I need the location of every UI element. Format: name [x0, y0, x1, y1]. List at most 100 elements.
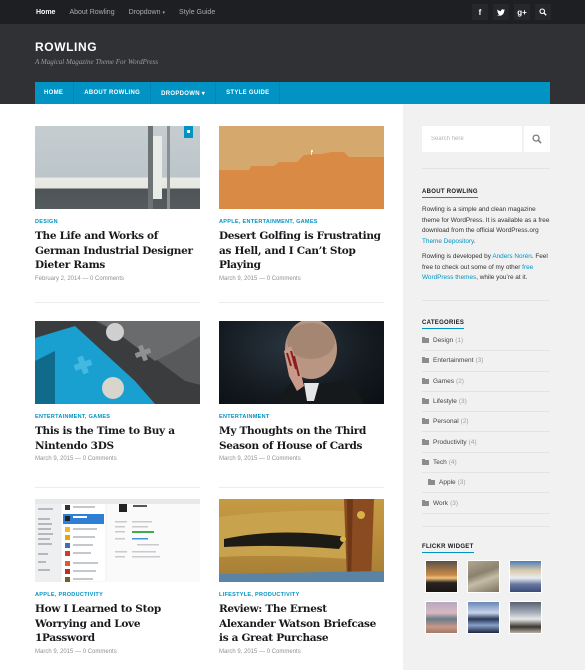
search-form	[422, 126, 550, 152]
post-title[interactable]: This is the Time to Buy a Nintendo 3DS	[35, 424, 200, 453]
about-text-2-end: , while you’re at it.	[476, 274, 528, 281]
folder-icon	[422, 499, 429, 506]
google-plus-icon[interactable]: g+	[514, 4, 530, 20]
post-categories[interactable]: DESIGN	[35, 219, 200, 225]
flickr-widget-title: FLICKR WIDGET	[422, 544, 474, 553]
category-name[interactable]: Productivity	[433, 439, 467, 446]
top-nav-home[interactable]: Home	[36, 9, 55, 16]
post-meta: March 9, 2015 — 0 Comments	[219, 456, 301, 462]
post-card: DESIGN The Life and Works of German Indu…	[35, 126, 200, 303]
chevron-down-icon: ▾	[162, 9, 166, 16]
top-nav: Home About Rowling Dropdown ▾ Style Guide	[36, 0, 215, 24]
post-meta: February 2, 2014 — 0 Comments	[35, 275, 125, 282]
flickr-gallery	[425, 560, 542, 634]
flickr-photo[interactable]	[467, 601, 500, 634]
about-widget-text: Rowling is a simple and clean magazine t…	[422, 205, 552, 289]
main-nav-home[interactable]: HOME	[35, 82, 75, 104]
post-thumbnail-desert-golfing[interactable]	[219, 126, 384, 209]
category-item-apple[interactable]: Apple (3)	[422, 473, 550, 494]
flickr-photo[interactable]	[509, 560, 542, 593]
category-list: Design (1) Entertainment (3) Games (2) Life…	[422, 331, 550, 514]
category-item-personal[interactable]: Personal (2)	[422, 412, 550, 433]
post-thumbnail-nintendo-3ds[interactable]	[35, 321, 200, 404]
search-button[interactable]	[524, 126, 550, 152]
flickr-photo[interactable]	[467, 560, 500, 593]
post-meta: March 9, 2015 — 0 Comments	[35, 456, 117, 462]
category-item-games[interactable]: Games (2)	[422, 372, 550, 392]
post-card: APPLE, ENTERTAINMENT, GAMES Desert Golfi…	[219, 126, 384, 303]
top-bar: Home About Rowling Dropdown ▾ Style Guide…	[0, 0, 585, 24]
main-nav-dropdown[interactable]: DROPDOWN ▾	[151, 82, 217, 104]
post-divider	[35, 302, 200, 303]
post-meta: March 9, 2015 — 0 Comments	[35, 648, 117, 655]
flickr-photo[interactable]	[425, 601, 458, 634]
category-name[interactable]: Apple	[439, 479, 456, 486]
sidebar-divider	[422, 526, 550, 527]
post-categories[interactable]: ENTERTAINMENT	[219, 414, 384, 420]
category-item-productivity[interactable]: Productivity (4)	[422, 432, 550, 453]
category-item-work[interactable]: Work (3)	[422, 493, 550, 514]
category-count: (3)	[450, 499, 459, 507]
post-title[interactable]: How I Learned to Stop Worrying and Love …	[35, 602, 200, 646]
post-card: ENTERTAINMENT My Thoughts on the Third S…	[219, 321, 384, 488]
post-grid: DESIGN The Life and Works of German Indu…	[0, 104, 403, 670]
post-thumbnail-house-of-cards[interactable]	[219, 321, 384, 404]
post-card: LIFESTYLE, PRODUCTIVITY Review: The Erne…	[219, 499, 384, 655]
folder-icon	[422, 398, 429, 405]
category-item-entertainment[interactable]: Entertainment (3)	[422, 351, 550, 372]
category-count: (2)	[460, 418, 469, 426]
sidebar: ABOUT ROWLING Rowling is a simple and cl…	[403, 104, 585, 670]
about-text-1: Rowling is a simple and clean magazine t…	[422, 206, 550, 234]
post-thumbnail-dieter-rams[interactable]	[35, 126, 200, 209]
category-name[interactable]: Work	[433, 500, 448, 507]
author-link[interactable]: Anders Norén	[492, 253, 531, 260]
main-nav-style-guide[interactable]: STYLE GUIDE	[216, 82, 281, 104]
post-divider	[35, 487, 200, 488]
post-categories[interactable]: APPLE, ENTERTAINMENT, GAMES	[219, 219, 384, 225]
post-meta: March 9, 2015 — 0 Comments	[219, 275, 301, 282]
category-name[interactable]: Entertainment	[433, 357, 473, 364]
post-divider	[219, 302, 384, 303]
category-name[interactable]: Games	[433, 378, 454, 385]
flickr-photo[interactable]	[425, 560, 458, 593]
folder-icon	[422, 337, 429, 344]
category-name[interactable]: Personal	[433, 418, 459, 425]
search-input[interactable]	[422, 126, 522, 152]
post-card: ENTERTAINMENT, GAMES This is the Time to…	[35, 321, 200, 488]
category-item-design[interactable]: Design (1)	[422, 331, 550, 352]
post-categories[interactable]: LIFESTYLE, PRODUCTIVITY	[219, 592, 384, 598]
post-title[interactable]: The Life and Works of German Industrial …	[35, 229, 200, 273]
folder-icon	[422, 357, 429, 364]
top-nav-dropdown[interactable]: Dropdown ▾	[129, 9, 165, 16]
top-nav-style-guide[interactable]: Style Guide	[179, 9, 215, 16]
post-divider	[219, 487, 384, 488]
post-thumbnail-briefcase[interactable]	[219, 499, 384, 582]
folder-icon	[428, 479, 435, 486]
post-title[interactable]: Desert Golfing is Frustrating as Hell, a…	[219, 229, 384, 273]
folder-icon	[422, 418, 429, 425]
post-title[interactable]: Review: The Ernest Alexander Watson Brie…	[219, 602, 384, 646]
site-title[interactable]: ROWLING	[35, 40, 97, 54]
post-title[interactable]: My Thoughts on the Third Season of House…	[219, 424, 384, 453]
facebook-icon[interactable]: f	[472, 4, 488, 20]
twitter-icon[interactable]	[493, 4, 509, 20]
top-nav-about-rowling[interactable]: About Rowling	[69, 9, 114, 16]
post-categories[interactable]: APPLE, PRODUCTIVITY	[35, 592, 200, 598]
category-count: (4)	[468, 438, 477, 446]
category-item-lifestyle[interactable]: Lifestyle (3)	[422, 392, 550, 413]
search-icon[interactable]	[535, 4, 551, 20]
post-thumbnail-1password[interactable]	[35, 499, 200, 582]
folder-icon	[422, 438, 429, 445]
category-name[interactable]: Design	[433, 337, 453, 344]
social-links: f g+	[472, 4, 551, 20]
category-name[interactable]: Tech	[433, 459, 447, 466]
post-categories[interactable]: ENTERTAINMENT, GAMES	[35, 414, 200, 420]
flickr-photo[interactable]	[509, 601, 542, 634]
category-count: (3)	[458, 398, 467, 406]
post-card: APPLE, PRODUCTIVITY How I Learned to Sto…	[35, 499, 200, 655]
main-nav-about-rowling[interactable]: ABOUT ROWLING	[74, 82, 152, 104]
top-nav-dropdown-label: Dropdown	[128, 8, 161, 16]
category-name[interactable]: Lifestyle	[433, 398, 457, 405]
category-item-tech[interactable]: Tech (4)	[422, 453, 550, 474]
theme-directory-link[interactable]: Theme Depository	[422, 238, 474, 245]
